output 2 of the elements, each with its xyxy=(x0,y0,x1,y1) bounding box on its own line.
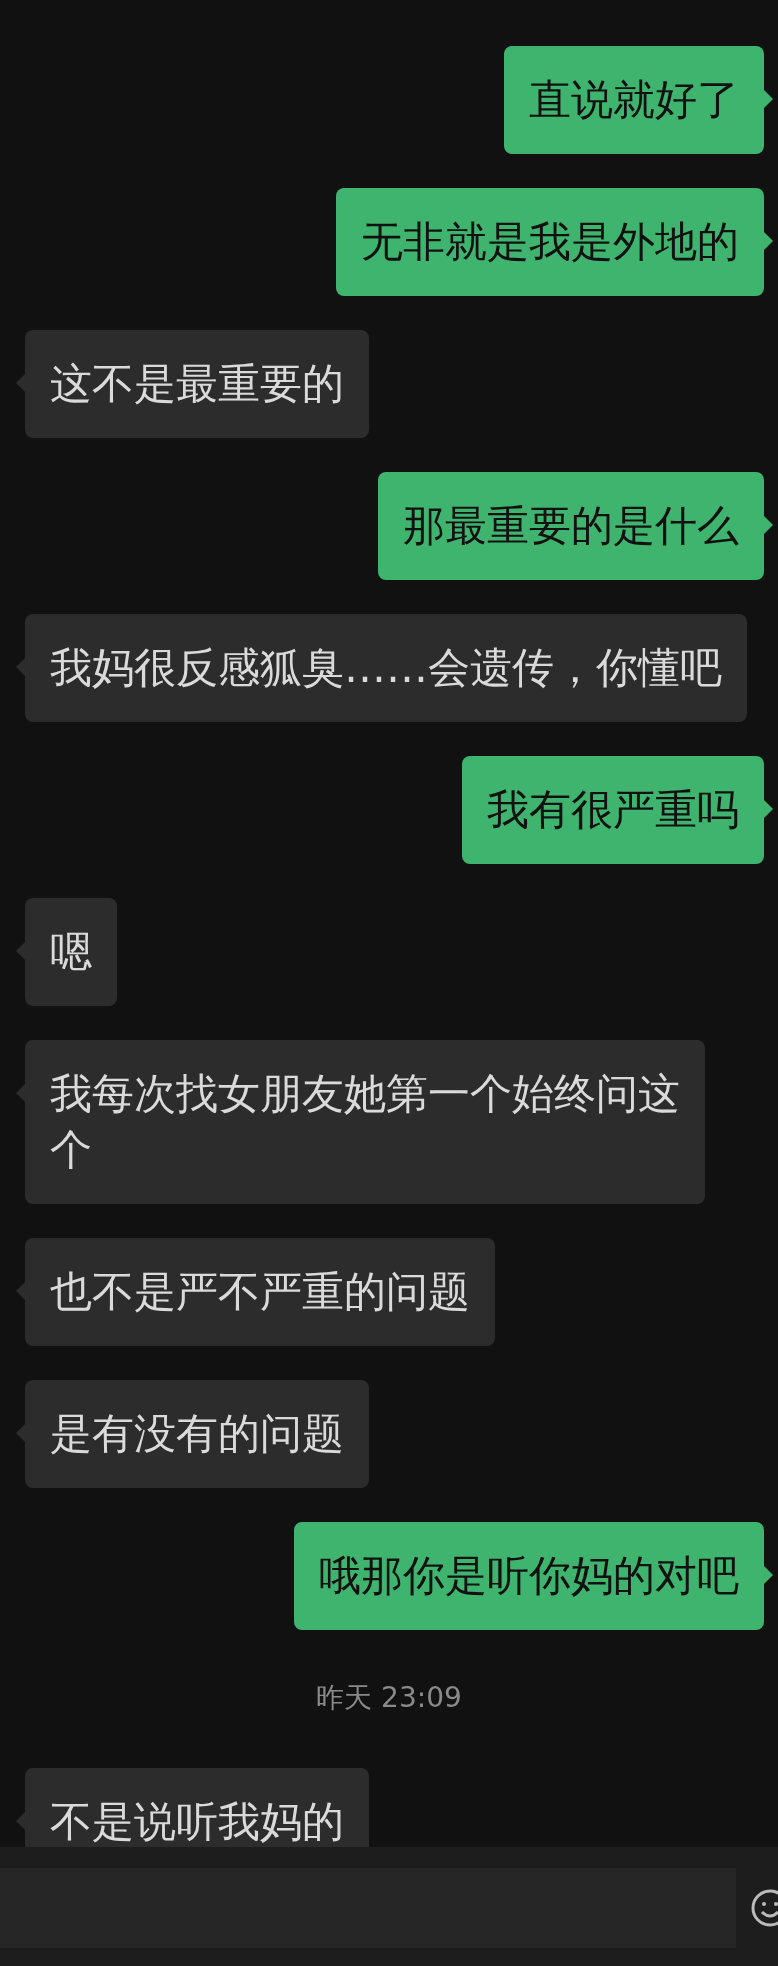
emoji-icon[interactable] xyxy=(750,1888,778,1928)
timestamp: 昨天 23:09 xyxy=(316,1680,462,1716)
